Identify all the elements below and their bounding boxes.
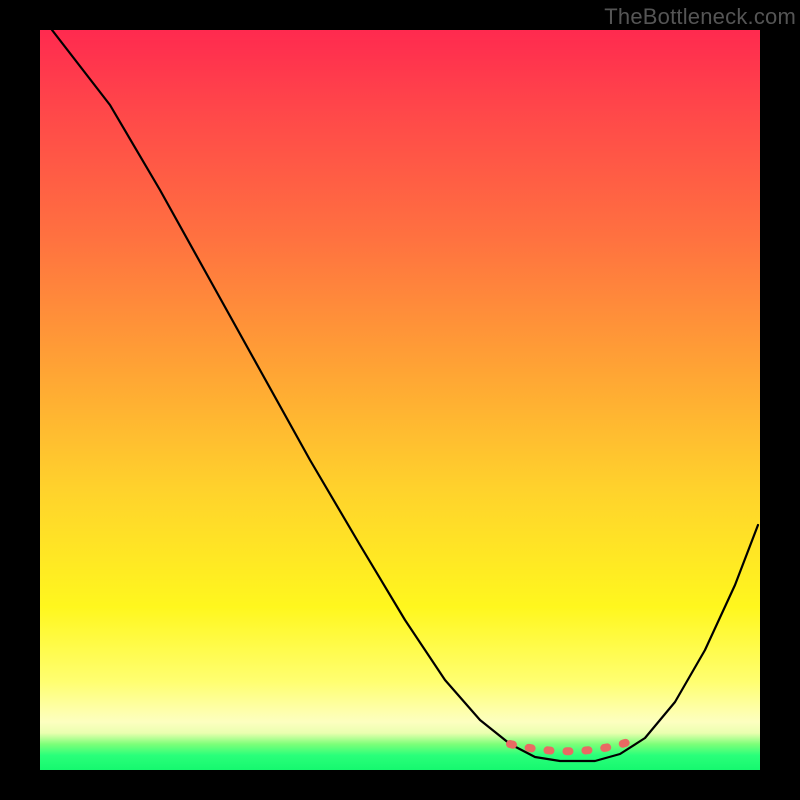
attribution-label: TheBottleneck.com: [604, 4, 796, 30]
bottleneck-curve: [52, 30, 758, 761]
plot-area: [40, 30, 760, 770]
valley-dashed-segment: [510, 738, 640, 751]
chart-container: TheBottleneck.com: [0, 0, 800, 800]
curve-layer: [40, 30, 760, 770]
